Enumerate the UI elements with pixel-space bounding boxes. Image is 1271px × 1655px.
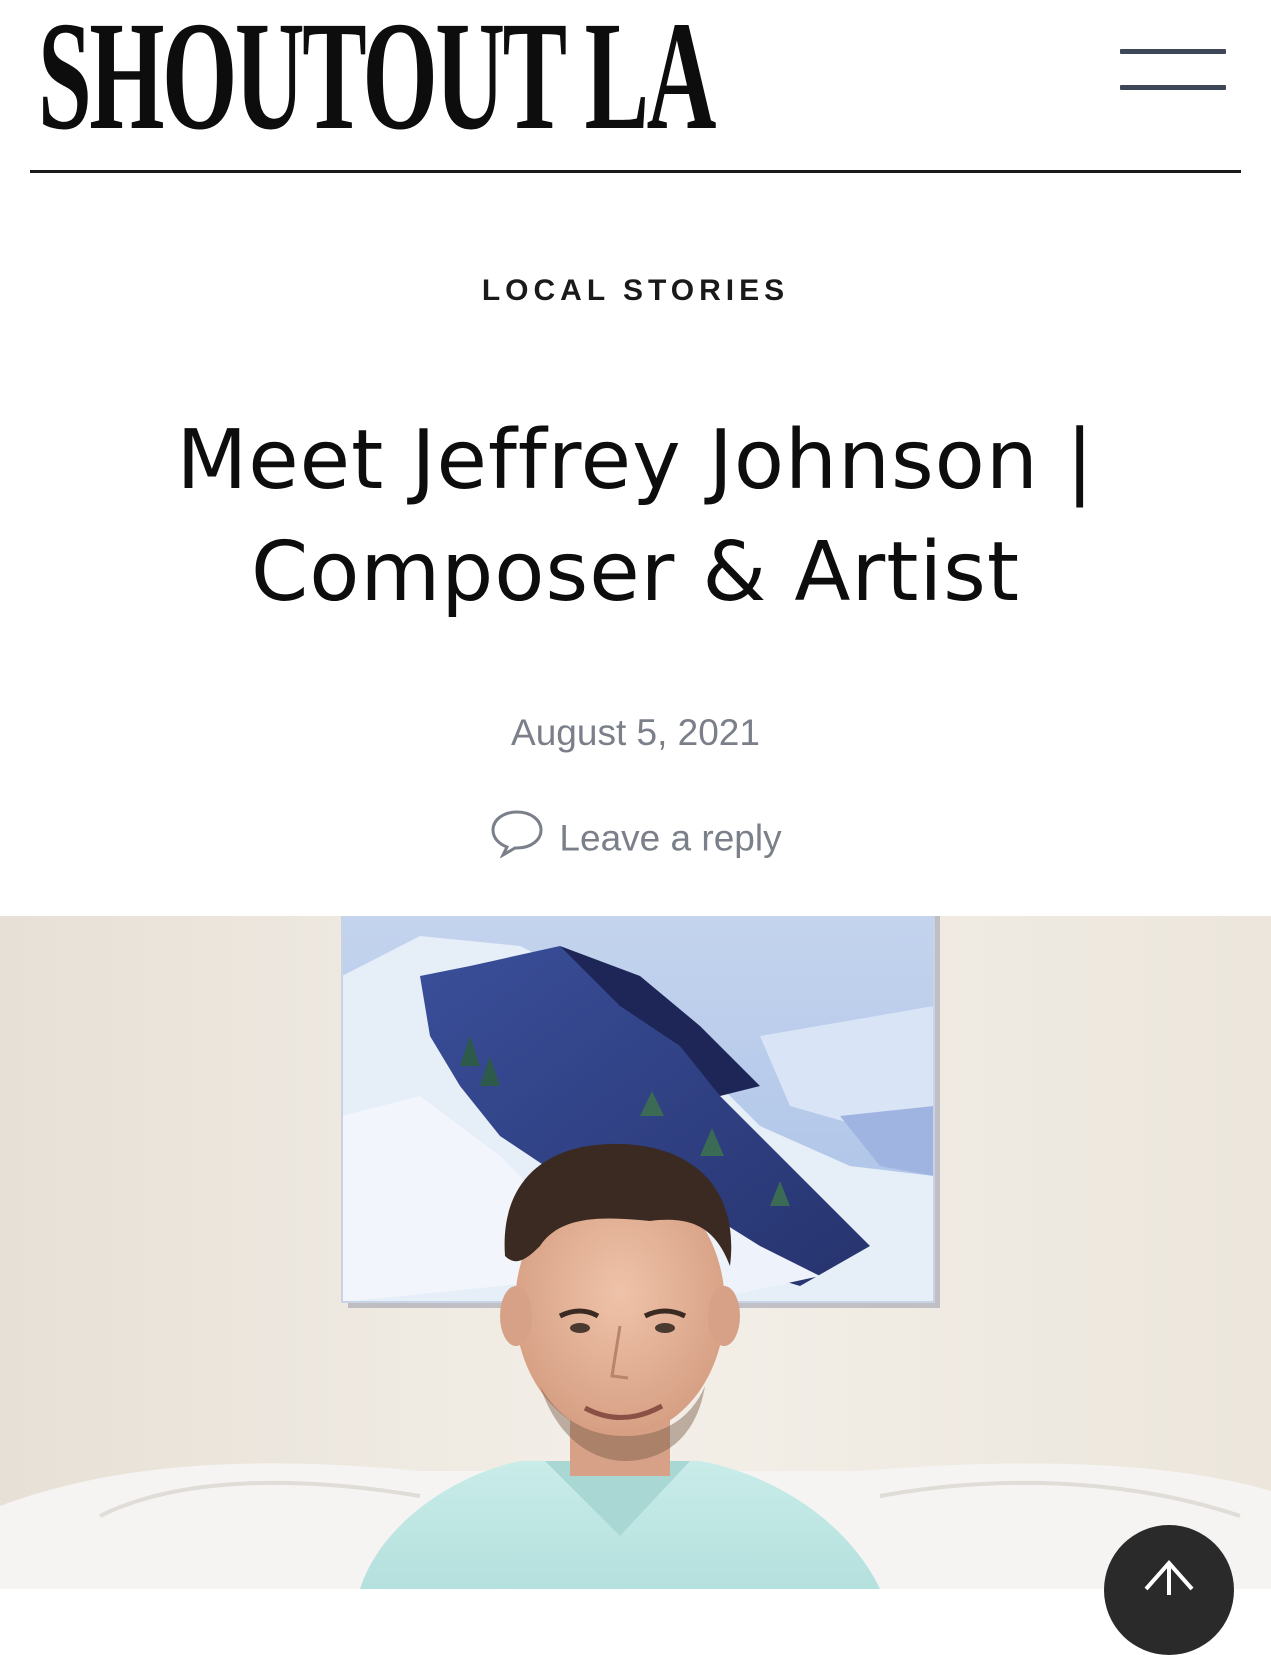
hamburger-menu-icon	[1120, 49, 1226, 54]
arrow-up-icon	[1144, 1559, 1194, 1595]
header-divider	[30, 170, 1241, 173]
leave-reply-link[interactable]: Leave a reply	[0, 810, 1271, 867]
speech-bubble-icon	[489, 808, 545, 867]
post-date[interactable]: August 5, 2021	[0, 712, 1271, 754]
title-line-1: Meet Jeffrey Johnson |	[176, 413, 1095, 508]
scroll-to-top-button[interactable]	[1104, 1525, 1234, 1655]
reply-label: Leave a reply	[559, 817, 782, 859]
category-link[interactable]: LOCAL STORIES	[0, 274, 1271, 308]
title-line-2: Composer & Artist	[250, 525, 1021, 620]
hamburger-menu-icon-bar	[1120, 85, 1226, 90]
site-logo[interactable]: SHOUTOUT LA	[38, 0, 716, 154]
site-header: SHOUTOUT LA	[0, 0, 1271, 176]
hero-photo	[0, 916, 1271, 1589]
menu-button[interactable]	[1118, 44, 1230, 100]
article-title: Meet Jeffrey Johnson | Composer & Artist	[60, 405, 1211, 629]
